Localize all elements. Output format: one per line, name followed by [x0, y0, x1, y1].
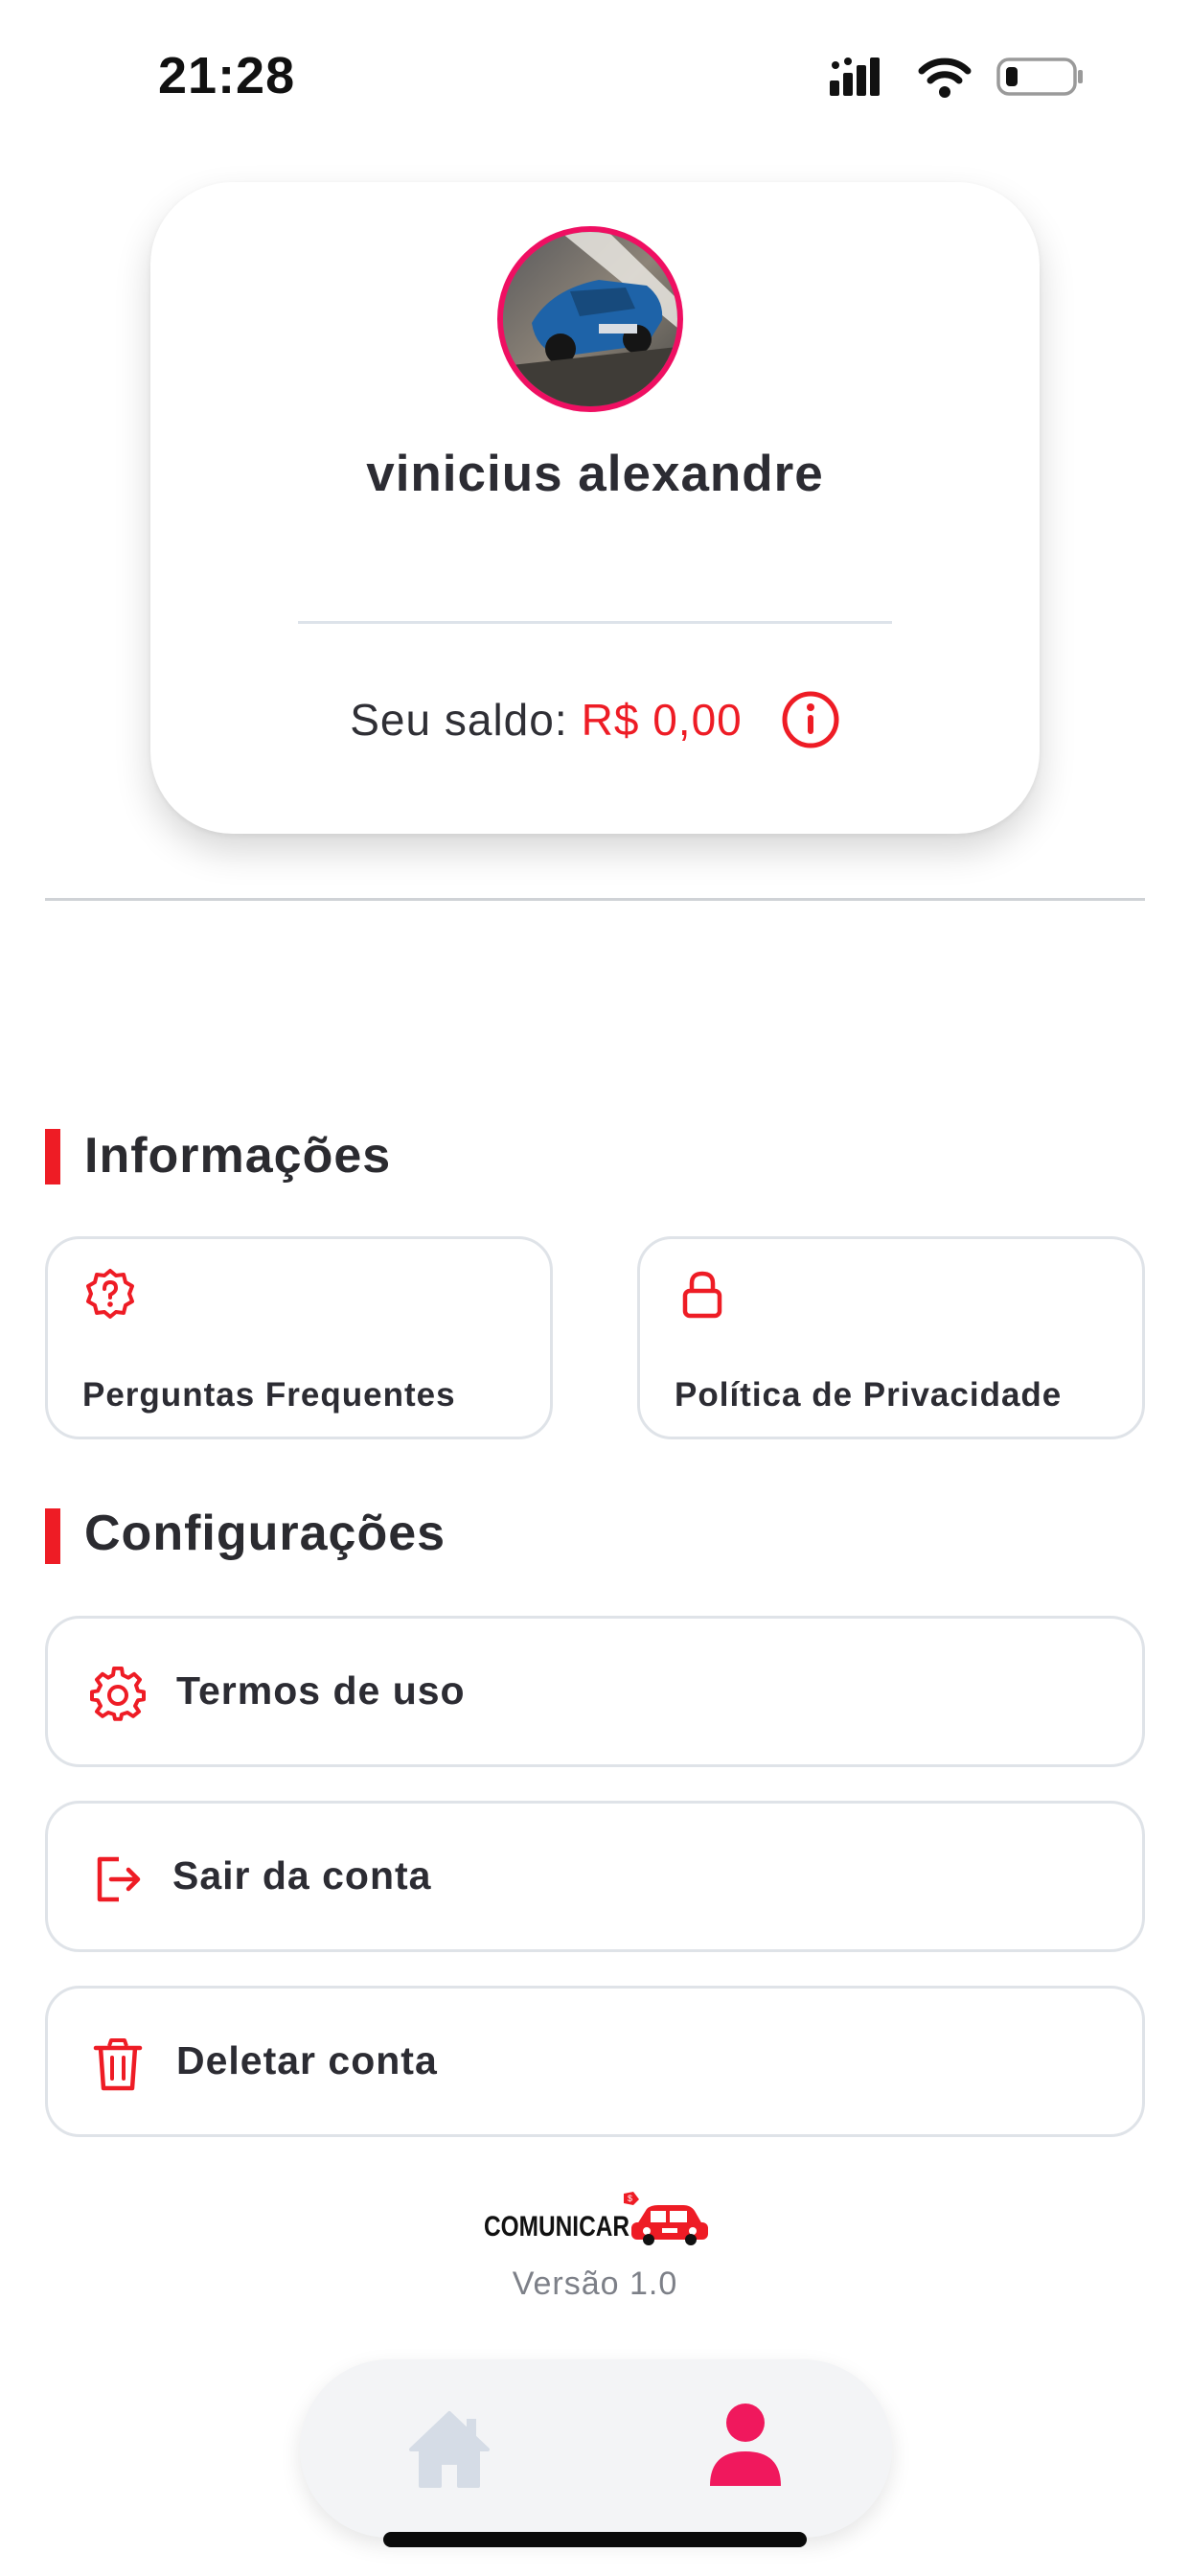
delete-account-button[interactable]: Deletar conta	[45, 1986, 1145, 2137]
user-icon[interactable]	[706, 2402, 785, 2488]
balance-label: Seu saldo:	[350, 695, 568, 745]
logout-icon	[97, 1856, 141, 1902]
lock-icon	[682, 1271, 722, 1319]
question-badge-icon	[86, 1269, 134, 1319]
svg-text:$: $	[628, 2194, 632, 2203]
section-title-info: Informações	[84, 1128, 392, 1184]
battery-icon	[996, 58, 1083, 96]
section-marker	[45, 1129, 60, 1184]
info-icon	[782, 691, 839, 748]
status-time: 21:28	[158, 47, 296, 104]
status-icons	[830, 56, 1085, 98]
gear-icon	[90, 1667, 146, 1721]
privacy-policy-tile[interactable]: Política de Privacidade	[637, 1236, 1145, 1439]
bottom-nav	[300, 2359, 892, 2538]
delete-account-label: Deletar conta	[176, 2038, 438, 2082]
avatar-photo	[503, 232, 677, 406]
logout-button[interactable]: Sair da conta	[45, 1801, 1145, 1952]
card-divider	[298, 621, 892, 624]
balance-info-button[interactable]	[781, 690, 840, 749]
logout-label: Sair da conta	[172, 1853, 432, 1898]
user-name: vinicius alexandre	[366, 446, 824, 502]
home-indicator	[383, 2532, 807, 2547]
privacy-policy-label: Política de Privacidade	[675, 1376, 1063, 1414]
svg-text:COMUNICAR: COMUNICAR	[484, 2211, 629, 2242]
app-version: Versão 1.0	[512, 2266, 678, 2302]
terms-of-use-label: Termos de uso	[176, 1668, 466, 1713]
faq-tile[interactable]: Perguntas Frequentes	[45, 1236, 553, 1439]
profile-card: vinicius alexandre Seu saldo: R$ 0,00	[150, 182, 1040, 834]
section-title-settings: Configurações	[84, 1506, 446, 1561]
balance-row: Seu saldo: R$ 0,00	[150, 690, 1040, 749]
home-icon[interactable]	[407, 2407, 492, 2492]
faq-label: Perguntas Frequentes	[82, 1376, 456, 1414]
avatar[interactable]	[497, 226, 683, 412]
page-divider	[45, 898, 1145, 901]
cellular-signal-icon	[830, 58, 880, 96]
terms-of-use-button[interactable]: Termos de uso	[45, 1616, 1145, 1767]
comunicar-logo: COMUNICAR $	[484, 2192, 708, 2245]
trash-icon	[93, 2038, 143, 2091]
wifi-icon	[918, 58, 972, 98]
section-marker	[45, 1508, 60, 1564]
balance-value: R$ 0,00	[581, 695, 743, 745]
